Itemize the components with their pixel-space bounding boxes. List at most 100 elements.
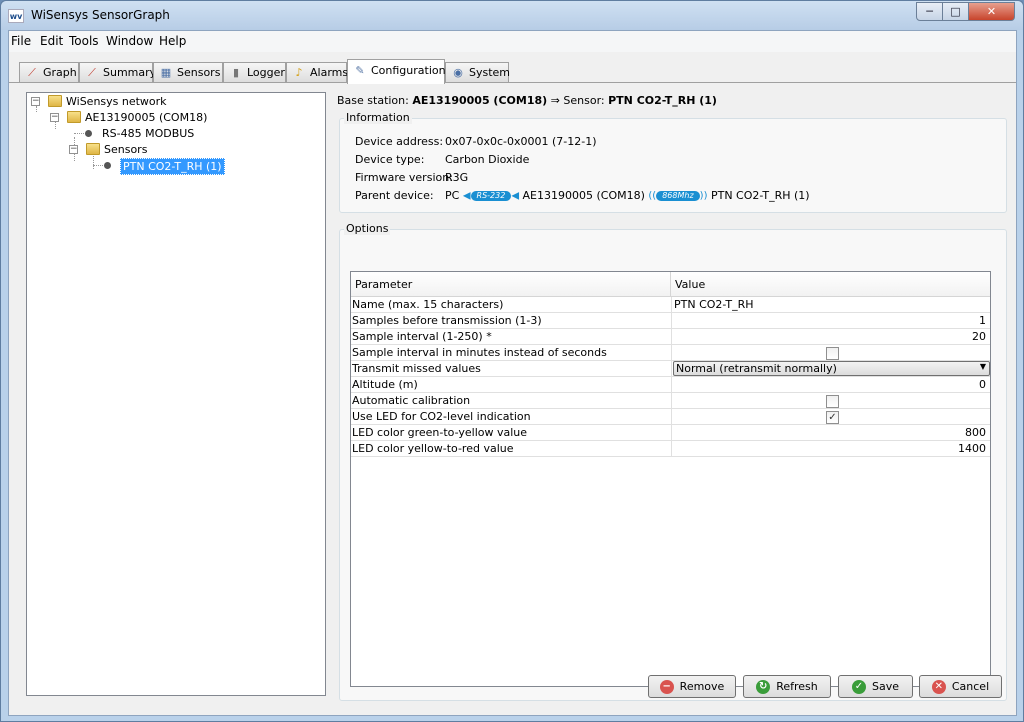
tab-configuration-label: Configuration [371,64,446,77]
summary-icon: ⟋ [88,66,96,79]
collapse-icon[interactable]: − [31,97,40,106]
value-cell[interactable]: 1400 [671,441,989,456]
value-cell[interactable]: 1 [671,313,989,328]
wireless-icon: )) [699,190,708,202]
information-title: Information [344,111,412,124]
tab-logger[interactable]: ▮ Logger [223,62,286,83]
column-separator[interactable] [670,272,671,297]
options-grid: Parameter Value Name (max. 15 characters… [350,271,991,687]
tree-label-modbus: RS-485 MODBUS [102,127,195,140]
value-cell[interactable]: ✓ [671,409,989,424]
tree-label-sensors: Sensors [104,143,148,156]
remove-icon: − [659,680,674,694]
check-icon: ✓ [851,680,866,694]
tab-alarms-label: Alarms [310,66,349,79]
bullet-icon [85,130,92,137]
menu-help[interactable]: Help [159,34,186,48]
info-icon: ◉ [453,66,463,79]
samples-value[interactable]: 1 [979,314,986,327]
firmware-label: Firmware version: [355,171,453,184]
folder-icon [67,111,81,123]
remove-button[interactable]: − Remove [648,675,736,698]
tab-sensors[interactable]: ▦ Sensors [153,62,223,83]
tab-graph-label: Graph [43,66,77,79]
title-bar[interactable]: wv WiSensys SensorGraph ─ □ ✕ [1,1,1023,30]
value-cell[interactable]: PTN CO2-T_RH [671,297,989,312]
table-row[interactable]: Use LED for CO2-level indication ✓ [351,409,990,425]
tab-system-label: System [469,66,511,79]
refresh-button[interactable]: ↻ Refresh [743,675,831,698]
refresh-icon: ↻ [756,680,771,694]
device-tree[interactable]: − WiSensys network − AE13190005 (COM18) … [26,92,326,696]
table-row[interactable]: Sample interval (1-250) * 20 [351,329,990,345]
tree-connector [55,121,56,129]
param-transmit: Transmit missed values [352,362,481,375]
value-cell[interactable] [671,345,989,360]
tab-strip: ⟋ Graph ⟋ Summary ▦ Sensors ▮ Logger ♪ Alarms… [9,59,1016,84]
details-panel: Base station: AE13190005 (COM18) ⇒ Senso… [335,83,1015,715]
collapse-icon[interactable]: − [69,145,78,154]
green-yellow-value[interactable]: 800 [965,426,986,439]
table-row[interactable]: Automatic calibration [351,393,990,409]
tab-configuration[interactable]: ✎ Configuration [347,59,446,84]
minimize-button[interactable]: ─ [916,2,943,21]
tab-sensors-label: Sensors [177,66,221,79]
table-row[interactable]: Sample interval in minutes instead of se… [351,345,990,361]
parent-chain: PC ◀ RS-232 ◀ AE13190005 (COM18) ((868Mhz)… [445,189,810,202]
param-minutes: Sample interval in minutes instead of se… [352,346,607,359]
param-altitude: Altitude (m) [352,378,418,391]
cancel-button[interactable]: ✕ Cancel [919,675,1002,698]
menu-window[interactable]: Window [106,34,153,48]
tab-system[interactable]: ◉ System [445,62,511,83]
param-calibration: Automatic calibration [352,394,471,407]
value-cell[interactable]: 0 [671,377,989,392]
column-header-parameter[interactable]: Parameter [355,278,412,291]
chevron-down-icon[interactable]: ▼ [980,362,986,371]
minutes-checkbox[interactable] [826,347,839,360]
tab-summary-label: Summary [103,66,157,79]
tree-connector [93,165,103,166]
tree-connector [36,106,37,112]
tab-graph[interactable]: ⟋ Graph [19,62,79,83]
table-row[interactable]: LED color yellow-to-red value 1400 [351,441,990,457]
menu-file[interactable]: File [11,34,31,48]
column-header-value[interactable]: Value [675,278,705,291]
tree-label-sensor: PTN CO2-T_RH (1) [120,158,225,175]
yellow-red-value[interactable]: 1400 [958,442,986,455]
value-cell[interactable]: Normal (retransmit normally) ▼ [671,361,990,376]
altitude-value[interactable]: 0 [979,378,986,391]
heading-mid: ⇒ Sensor: [547,94,609,107]
transmit-select[interactable]: Normal (retransmit normally) ▼ [673,361,990,376]
type-value: Carbon Dioxide [445,153,530,166]
table-row[interactable]: LED color green-to-yellow value 800 [351,425,990,441]
maximize-button[interactable]: □ [942,2,969,21]
interval-value[interactable]: 20 [972,330,986,343]
menu-edit[interactable]: Edit [40,34,63,48]
close-button[interactable]: ✕ [968,2,1015,21]
value-cell[interactable] [671,393,989,408]
value-cell[interactable]: 20 [671,329,989,344]
remove-label: Remove [679,680,725,693]
parent-sensor: PTN CO2-T_RH (1) [710,189,810,202]
save-button[interactable]: ✓ Save [838,675,913,698]
table-row[interactable]: Samples before transmission (1-3) 1 [351,313,990,329]
table-row[interactable]: Name (max. 15 characters) PTN CO2-T_RH [351,297,990,313]
led-checkbox[interactable]: ✓ [826,411,839,424]
table-row[interactable]: Altitude (m) 0 [351,377,990,393]
param-green-yellow: LED color green-to-yellow value [352,426,528,439]
type-label: Device type: [355,153,425,166]
calibration-checkbox[interactable] [826,395,839,408]
folder-icon [86,143,100,155]
window-title: WiSensys SensorGraph [31,8,170,22]
heading-station: AE13190005 (COM18) [412,94,548,107]
tab-alarms[interactable]: ♪ Alarms [286,62,349,83]
value-cell[interactable]: 800 [671,425,989,440]
wrench-icon: ✎ [355,64,365,77]
menu-tools[interactable]: Tools [69,34,99,48]
refresh-label: Refresh [776,680,818,693]
name-value[interactable]: PTN CO2-T_RH [674,298,754,311]
tab-summary[interactable]: ⟋ Summary [79,62,157,83]
collapse-icon[interactable]: − [50,113,59,122]
bell-icon: ♪ [295,66,303,79]
table-row[interactable]: Transmit missed values Normal (retransmi… [351,361,990,377]
